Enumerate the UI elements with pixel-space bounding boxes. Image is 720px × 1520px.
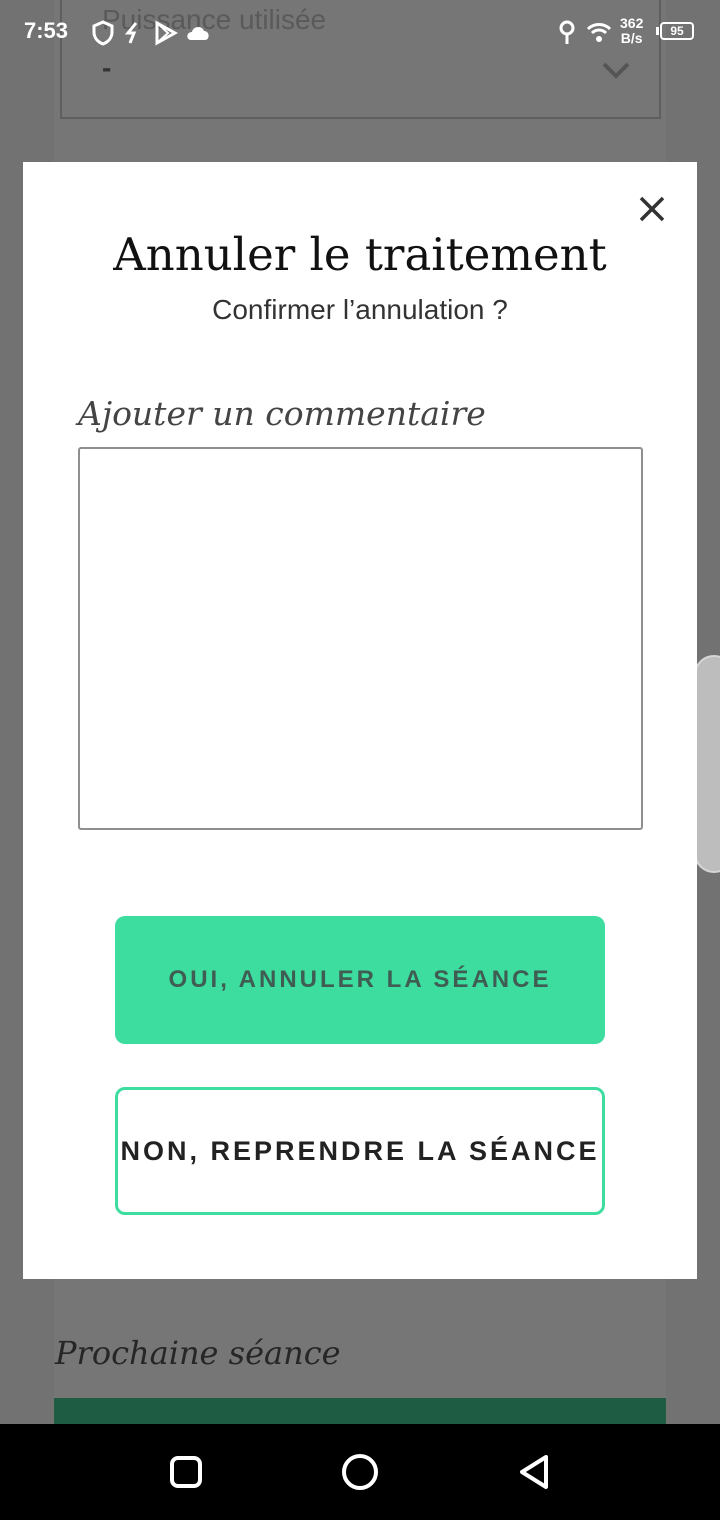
back-icon[interactable] bbox=[514, 1452, 554, 1492]
confirm-cancel-session-button[interactable]: OUI, ANNULER LA SÉANCE bbox=[115, 916, 605, 1044]
navigation-bar bbox=[0, 1424, 720, 1520]
status-bar: 7:53 362 B/s 95 bbox=[0, 0, 720, 64]
side-scroll-handle[interactable] bbox=[694, 655, 720, 873]
close-icon[interactable] bbox=[635, 192, 669, 226]
cancel-treatment-dialog: Annuler le traitement Confirmer l’annula… bbox=[23, 162, 697, 1279]
battery-tip bbox=[656, 27, 659, 35]
comment-label: Ajouter un commentaire bbox=[78, 394, 486, 433]
network-speed: 362 B/s bbox=[620, 16, 643, 46]
cloud-icon bbox=[187, 26, 209, 40]
comment-input[interactable] bbox=[78, 447, 643, 830]
home-icon[interactable] bbox=[340, 1452, 380, 1492]
shield-icon bbox=[92, 20, 114, 46]
wifi-icon bbox=[586, 23, 612, 42]
link-icon bbox=[124, 22, 138, 44]
status-time: 7:53 bbox=[24, 18, 69, 43]
resume-session-button[interactable]: NON, REPRENDRE LA SÉANCE bbox=[115, 1087, 605, 1215]
next-session-bar[interactable] bbox=[54, 1398, 666, 1424]
recents-icon[interactable] bbox=[166, 1452, 206, 1492]
network-speed-unit: B/s bbox=[620, 30, 643, 46]
dialog-subtitle: Confirmer l’annulation ? bbox=[212, 294, 508, 325]
next-session-title: Prochaine séance bbox=[55, 1334, 341, 1372]
play-store-icon bbox=[155, 20, 178, 46]
battery-indicator: 95 bbox=[660, 22, 694, 40]
network-speed-value: 362 bbox=[620, 15, 644, 31]
dialog-title: Annuler le traitement bbox=[113, 228, 607, 281]
key-icon bbox=[559, 20, 575, 44]
